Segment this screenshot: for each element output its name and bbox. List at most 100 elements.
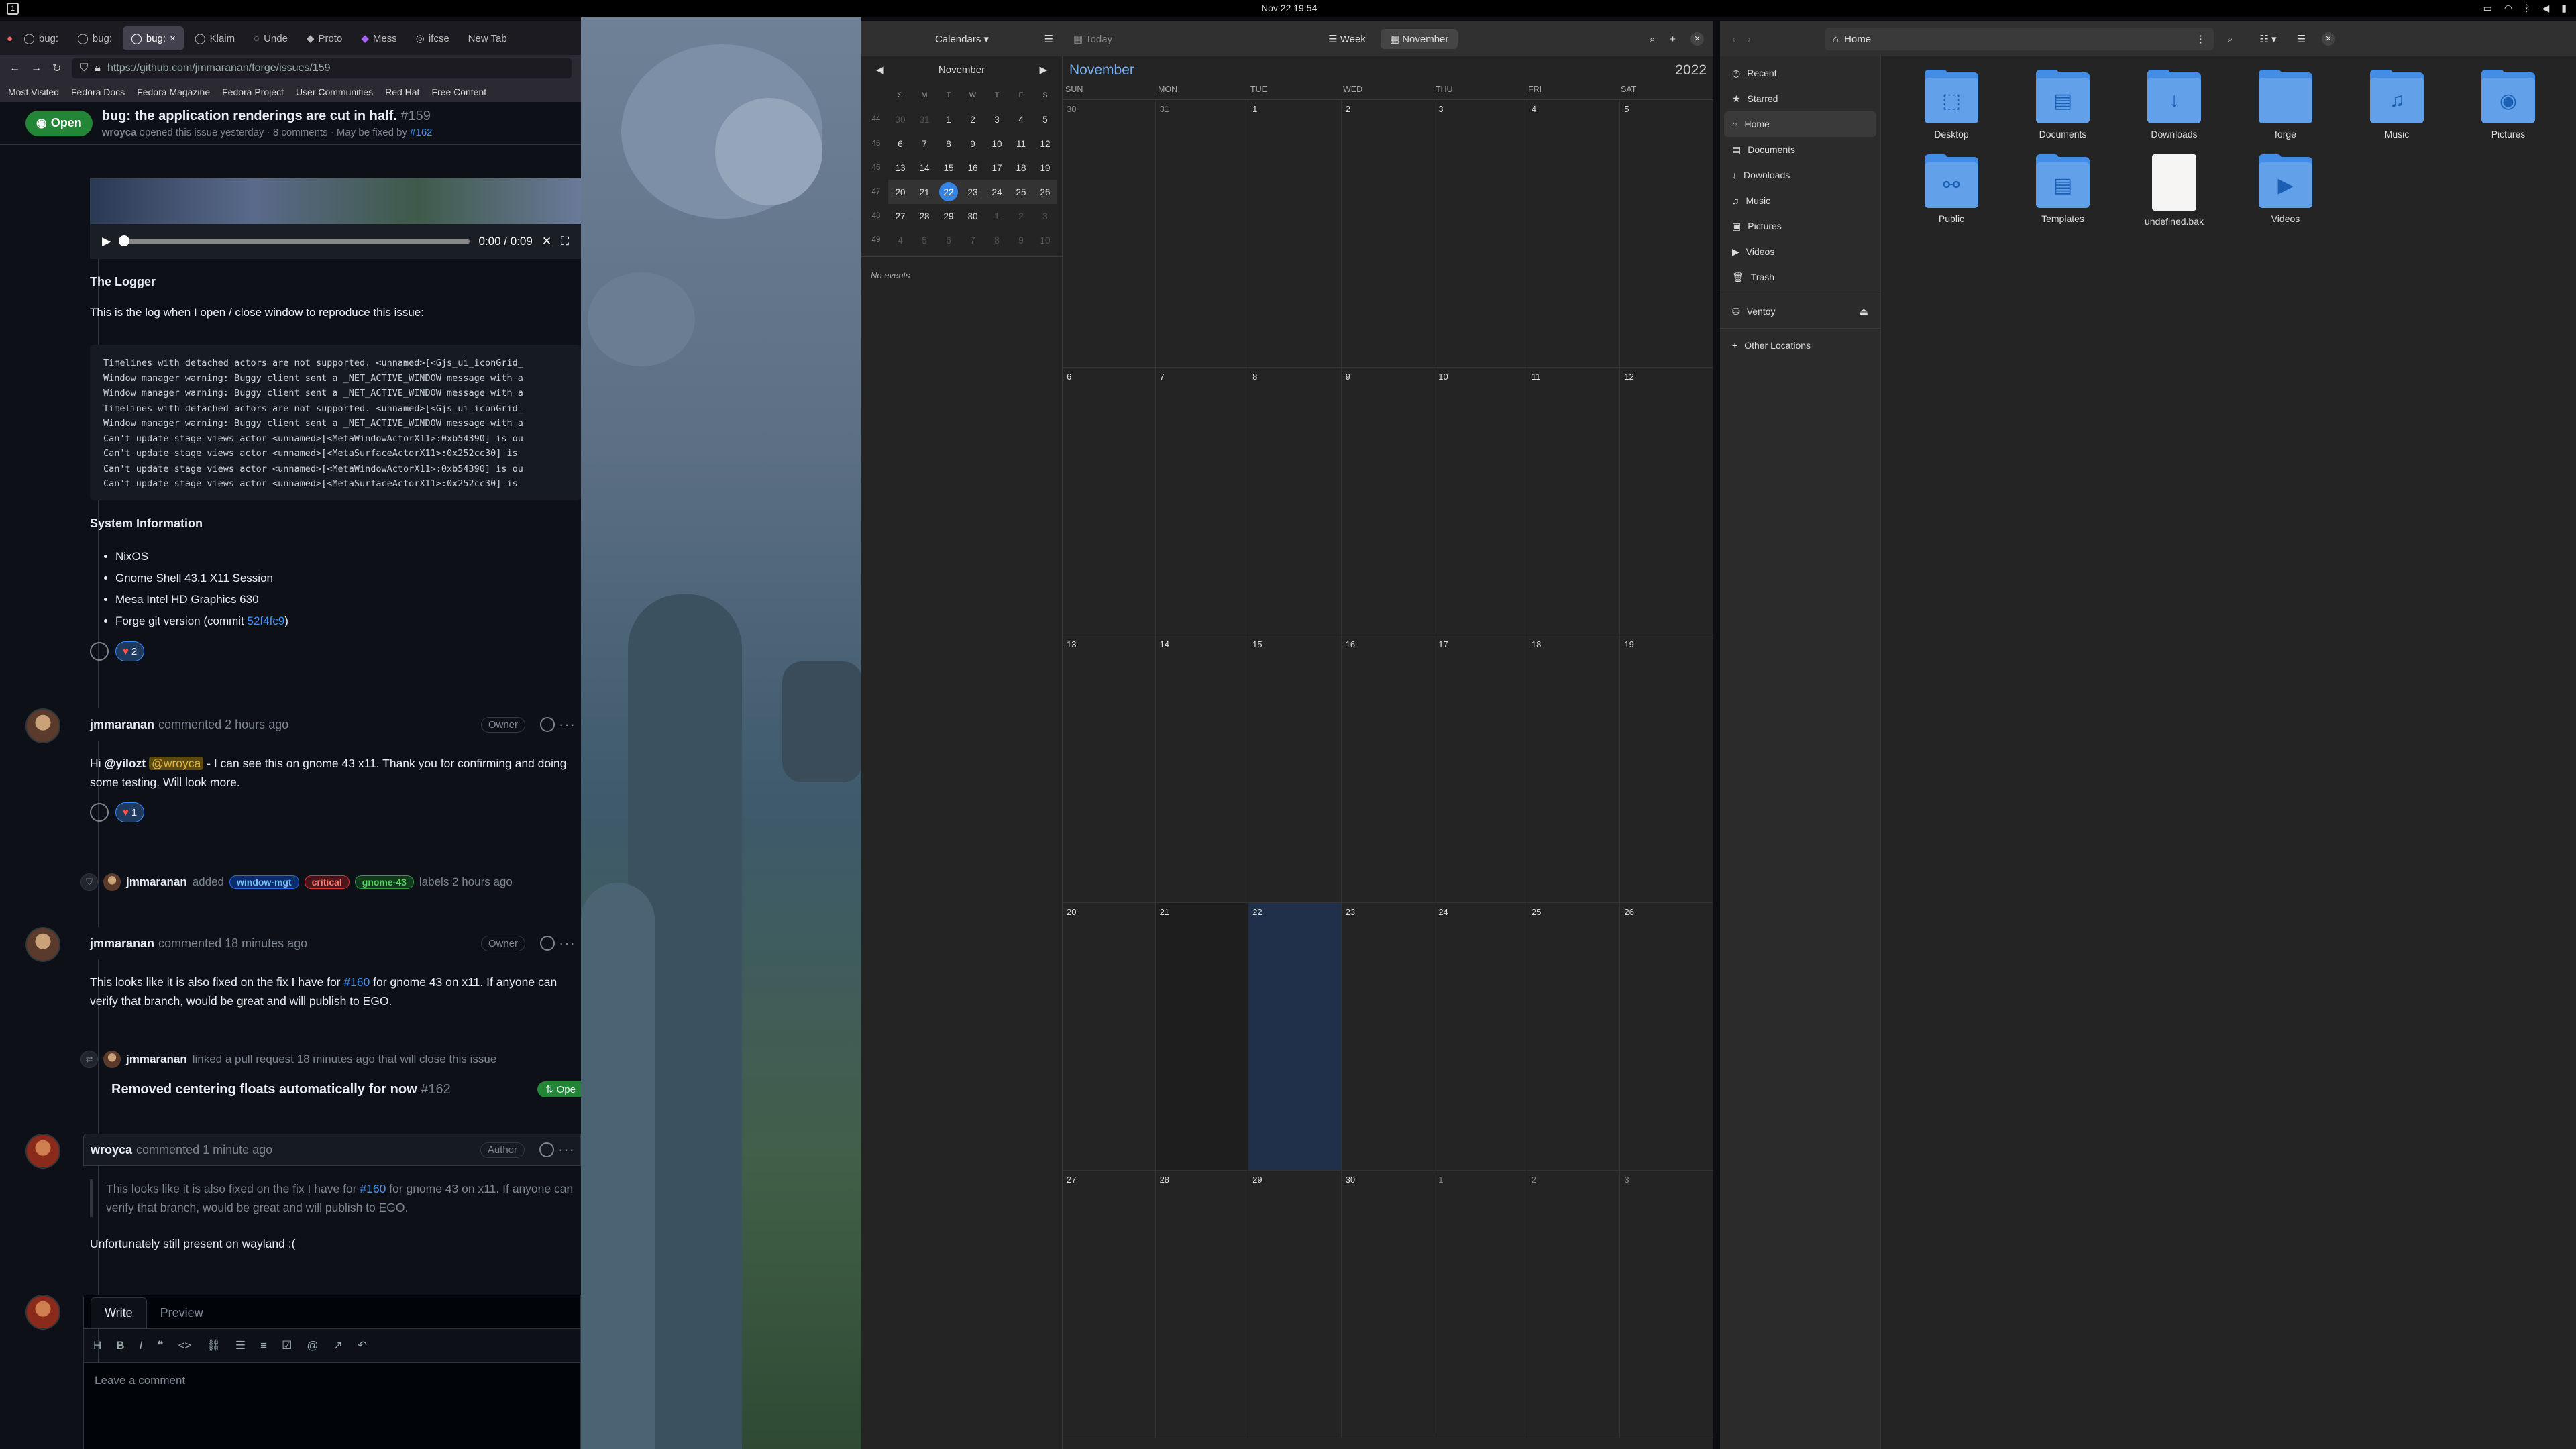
mention-link[interactable]: @wroyca	[149, 757, 204, 770]
mini-day[interactable]: 1	[985, 204, 1009, 228]
mini-day[interactable]: 6	[888, 131, 912, 156]
mini-day[interactable]: 30	[961, 204, 985, 228]
bullet-list-icon[interactable]: ☰	[235, 1339, 246, 1352]
mini-day[interactable]: 3	[1033, 204, 1057, 228]
comment-meta[interactable]: commented 18 minutes ago	[158, 936, 307, 951]
day-cell[interactable]: 6	[1063, 368, 1156, 635]
issue-link[interactable]: #160	[343, 975, 370, 989]
tab-7[interactable]: ◆ Mess	[353, 26, 405, 50]
search-icon[interactable]: ⌕	[1650, 34, 1655, 45]
file-item[interactable]: forge	[2230, 70, 2341, 140]
clock[interactable]: Nov 22 19:54	[1261, 3, 1317, 13]
file-item[interactable]: ▶ Videos	[2230, 154, 2341, 227]
mini-day[interactable]: 18	[1009, 156, 1033, 180]
day-cell[interactable]: 11	[1527, 368, 1621, 635]
mini-day[interactable]: 22	[936, 180, 961, 204]
mini-day[interactable]: 24	[985, 180, 1009, 204]
sidebar-item-starred[interactable]: ★ Starred	[1720, 86, 1880, 111]
mini-day[interactable]: 1	[936, 107, 961, 131]
heart-reaction[interactable]: ♥ 1	[115, 802, 145, 822]
issue-author[interactable]: wroyca	[102, 127, 137, 138]
mini-day[interactable]: 12	[1033, 131, 1057, 156]
comment-author[interactable]: jmmaranan	[90, 936, 154, 951]
mini-day[interactable]: 15	[936, 156, 961, 180]
task-list-icon[interactable]: ☑	[282, 1339, 292, 1352]
event-actor[interactable]: jmmaranan	[126, 875, 187, 889]
mini-day[interactable]: 25	[1009, 180, 1033, 204]
avatar[interactable]	[25, 1134, 60, 1169]
day-cell[interactable]: 4	[1527, 100, 1621, 368]
reference-icon[interactable]: ↗	[333, 1339, 343, 1352]
day-cell[interactable]: 30	[1063, 100, 1156, 368]
label-window-mgt[interactable]: window-mgt	[229, 875, 299, 889]
previous-month-icon[interactable]: ◀	[876, 64, 884, 76]
tab-2[interactable]: ◯ bug:	[69, 26, 120, 50]
day-cell[interactable]: 18	[1527, 635, 1621, 903]
day-cell[interactable]: 27	[1063, 1171, 1156, 1438]
mini-day[interactable]: 21	[912, 180, 936, 204]
mini-day[interactable]: 11	[1009, 131, 1033, 156]
avatar[interactable]	[103, 1051, 121, 1068]
avatar[interactable]	[25, 927, 60, 962]
day-cell[interactable]: 13	[1063, 635, 1156, 903]
italic-icon[interactable]: I	[140, 1339, 143, 1352]
url-text[interactable]: https://github.com/jmmaranan/forge/issue…	[107, 62, 331, 74]
label-gnome-43[interactable]: gnome-43	[354, 875, 414, 889]
close-icon[interactable]: ×	[170, 33, 176, 44]
day-cell[interactable]: 15	[1248, 635, 1342, 903]
file-item[interactable]: ▤ Templates	[2007, 154, 2118, 227]
mute-icon[interactable]: ✕	[542, 235, 551, 248]
mini-day[interactable]: 28	[912, 204, 936, 228]
file-item[interactable]: ↓ Downloads	[2118, 70, 2230, 140]
sidebar-item-documents[interactable]: ▤ Documents	[1720, 137, 1880, 162]
mini-day[interactable]: 20	[888, 180, 912, 204]
bookmark-free-content[interactable]: Free Content	[431, 87, 486, 97]
file-item[interactable]: ♫ Music	[2341, 70, 2453, 140]
next-month-icon[interactable]: ▶	[1039, 64, 1047, 76]
bookmark-user-communities[interactable]: User Communities	[296, 87, 373, 97]
view-options-icon[interactable]: ☷ ▾	[2259, 33, 2276, 45]
mini-day[interactable]: 5	[1033, 107, 1057, 131]
day-cell[interactable]: 8	[1248, 368, 1342, 635]
sidebar-item-other-locations[interactable]: + Other Locations	[1720, 333, 1880, 358]
day-cell[interactable]: 10	[1434, 368, 1527, 635]
back-icon[interactable]: ←	[9, 62, 20, 74]
mini-day[interactable]: 31	[912, 107, 936, 131]
add-reaction-icon[interactable]	[539, 1142, 555, 1157]
bold-icon[interactable]: B	[116, 1339, 124, 1352]
day-cell[interactable]: 1	[1248, 100, 1342, 368]
mention-icon[interactable]: @	[307, 1339, 318, 1352]
close-icon[interactable]: ×	[1690, 32, 1704, 46]
day-cell[interactable]: 31	[1155, 100, 1249, 368]
day-cell[interactable]: 21	[1155, 903, 1249, 1171]
sidebar-item-pictures[interactable]: ▣ Pictures	[1720, 213, 1880, 239]
sidebar-item-videos[interactable]: ▶ Videos	[1720, 239, 1880, 264]
event-actor[interactable]: jmmaranan	[126, 1053, 187, 1066]
month-button[interactable]: ▦ November	[1380, 29, 1458, 49]
add-reaction-icon[interactable]	[90, 803, 109, 822]
tab-6[interactable]: ◆ Proto	[299, 26, 350, 50]
tab-3-active[interactable]: ◯ bug: ×	[123, 26, 184, 50]
numbered-list-icon[interactable]: ≡	[260, 1339, 267, 1352]
day-cell[interactable]: 2	[1341, 100, 1435, 368]
tab-1[interactable]: ◯ bug:	[15, 26, 66, 50]
mini-day[interactable]: 10	[985, 131, 1009, 156]
mini-day[interactable]: 27	[888, 204, 912, 228]
file-item[interactable]: ◉ Pictures	[2453, 70, 2564, 140]
tab-9[interactable]: New Tab	[460, 26, 515, 50]
mini-day[interactable]: 7	[912, 131, 936, 156]
firefox-view-icon[interactable]: ●	[7, 33, 13, 44]
mini-day[interactable]: 5	[912, 228, 936, 252]
tab-5[interactable]: ◌ Unde	[246, 26, 296, 50]
day-cell[interactable]: 28	[1155, 1171, 1249, 1438]
more-options-icon[interactable]: ···	[559, 934, 576, 952]
file-item[interactable]: ⚯ Public	[1896, 154, 2007, 227]
mini-day[interactable]: 17	[985, 156, 1009, 180]
path-bar[interactable]: ⌂ Home ⋮	[1825, 28, 2214, 50]
day-cell[interactable]: 17	[1434, 635, 1527, 903]
hamburger-menu-icon[interactable]: ☰	[2297, 33, 2306, 45]
add-reaction-icon[interactable]	[90, 642, 109, 661]
day-cell[interactable]: 5	[1620, 100, 1713, 368]
sidebar-item-home[interactable]: ⌂ Home	[1724, 111, 1876, 137]
fixed-by-link[interactable]: #162	[410, 127, 432, 138]
